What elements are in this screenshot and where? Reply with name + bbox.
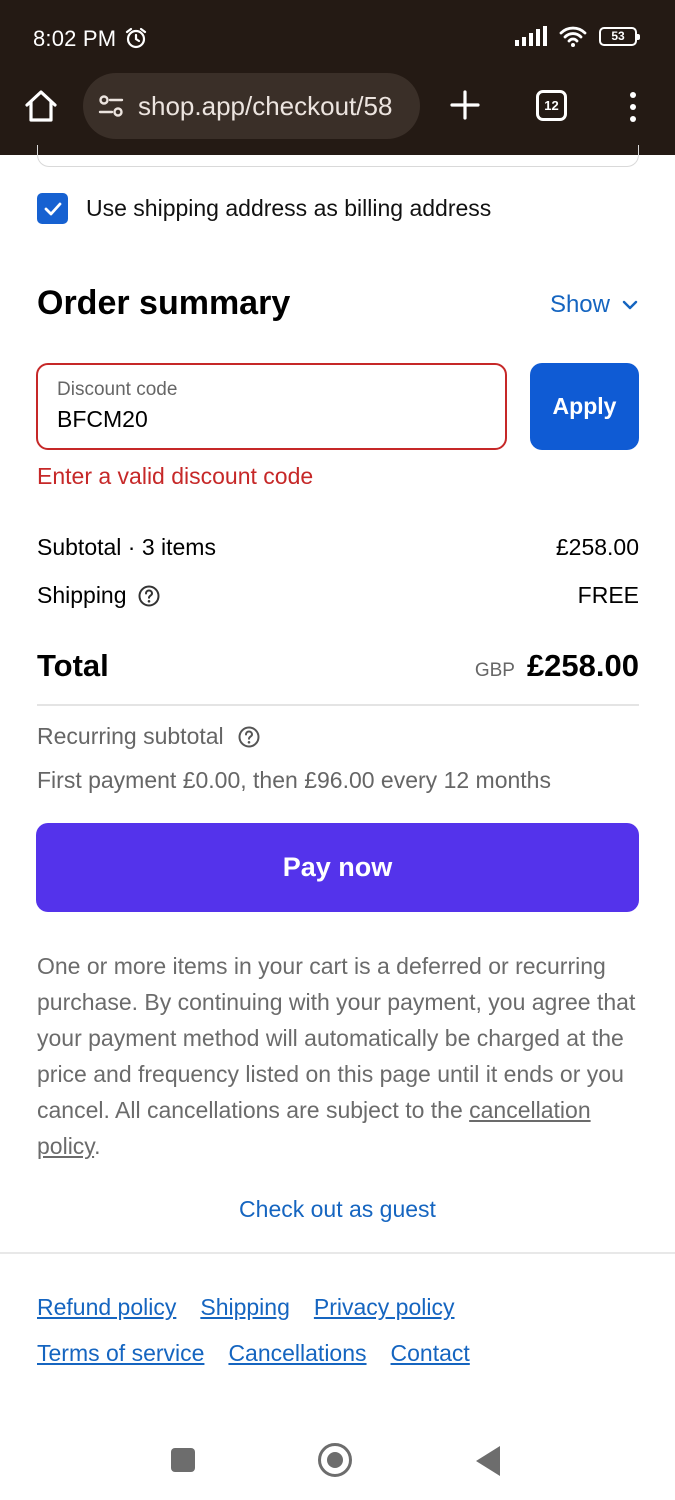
order-summary-title: Order summary bbox=[37, 284, 291, 322]
recents-icon[interactable] bbox=[171, 1448, 195, 1472]
discount-code-value[interactable]: BFCM20 bbox=[57, 406, 486, 433]
site-settings-icon[interactable] bbox=[97, 92, 125, 120]
subtotal-row: Subtotal · 3 items £258.00 bbox=[37, 534, 639, 561]
tab-switcher-button[interactable]: 12 bbox=[536, 90, 567, 121]
order-summary-toggle[interactable]: Show bbox=[550, 291, 638, 319]
system-navigation-bar bbox=[0, 1420, 675, 1500]
footer-link-terms-of-service[interactable]: Terms of service bbox=[37, 1340, 204, 1367]
battery-icon: 53 bbox=[599, 26, 640, 46]
shipping-label: Shipping bbox=[37, 582, 127, 608]
chevron-down-icon bbox=[622, 300, 638, 310]
home-icon[interactable] bbox=[22, 87, 60, 125]
status-icons: 53 bbox=[515, 25, 640, 47]
url-bar[interactable]: shop.app/checkout/58 bbox=[83, 73, 420, 139]
footer-link-refund-policy[interactable]: Refund policy bbox=[37, 1294, 176, 1321]
billing-address-checkbox[interactable] bbox=[37, 193, 68, 224]
footer-link-shipping[interactable]: Shipping bbox=[200, 1294, 290, 1321]
recurring-subtotal-row: Recurring subtotal bbox=[37, 723, 261, 750]
apply-discount-button[interactable]: Apply bbox=[530, 363, 639, 450]
checkmark-icon bbox=[44, 202, 61, 215]
wifi-icon bbox=[559, 26, 587, 47]
total-divider bbox=[37, 704, 639, 706]
billing-address-checkbox-row[interactable]: Use shipping address as billing address bbox=[37, 193, 491, 224]
total-label: Total bbox=[37, 648, 109, 683]
total-row: Total GBP £258.00 bbox=[37, 648, 639, 684]
discount-code-label: Discount code bbox=[57, 379, 178, 400]
new-tab-icon[interactable] bbox=[449, 89, 481, 121]
footer-link-cancellations[interactable]: Cancellations bbox=[228, 1340, 366, 1367]
url-text[interactable]: shop.app/checkout/58 bbox=[138, 91, 392, 122]
alarm-icon bbox=[125, 27, 147, 49]
shipping-value: FREE bbox=[577, 582, 639, 608]
status-time: 8:02 PM bbox=[33, 26, 117, 51]
disclaimer-end: . bbox=[94, 1133, 101, 1159]
pay-now-button[interactable]: Pay now bbox=[36, 823, 639, 912]
recurring-subtotal-detail: First payment £0.00, then £96.00 every 1… bbox=[37, 767, 551, 793]
back-icon[interactable] bbox=[476, 1446, 500, 1476]
footer-links: Refund policy Shipping Privacy policy Te… bbox=[37, 1294, 639, 1367]
subtotal-value: £258.00 bbox=[555, 534, 639, 560]
recurring-disclaimer: One or more items in your cart is a defe… bbox=[37, 948, 639, 1164]
subtotal-label: Subtotal · 3 items bbox=[37, 534, 216, 560]
check-out-as-guest-link[interactable]: Check out as guest bbox=[0, 1196, 675, 1223]
home-circle-icon[interactable] bbox=[318, 1443, 352, 1477]
footer-link-contact[interactable]: Contact bbox=[391, 1340, 470, 1367]
shipping-row: Shipping FREE bbox=[37, 582, 639, 609]
browser-chrome: 8:02 PM 53 shop.app/checkout/58 12 bbox=[0, 0, 675, 155]
recurring-subtotal-label: Recurring subtotal bbox=[37, 723, 224, 749]
discount-error-message: Enter a valid discount code bbox=[37, 463, 314, 489]
previous-card-edge bbox=[37, 145, 639, 167]
more-menu-icon[interactable] bbox=[626, 92, 640, 122]
order-summary-toggle-label[interactable]: Show bbox=[550, 291, 610, 319]
footer-link-privacy-policy[interactable]: Privacy policy bbox=[314, 1294, 455, 1321]
footer-divider bbox=[0, 1252, 675, 1254]
currency-code: GBP bbox=[474, 660, 515, 681]
signal-icon bbox=[515, 26, 547, 46]
battery-level: 53 bbox=[611, 28, 625, 43]
recurring-help-icon[interactable] bbox=[237, 725, 261, 749]
help-icon[interactable] bbox=[137, 584, 161, 608]
billing-address-label: Use shipping address as billing address bbox=[86, 195, 492, 221]
discount-code-input[interactable]: Discount code BFCM20 bbox=[36, 363, 507, 450]
tab-count: 12 bbox=[544, 98, 559, 113]
total-amount: £258.00 bbox=[526, 648, 639, 683]
